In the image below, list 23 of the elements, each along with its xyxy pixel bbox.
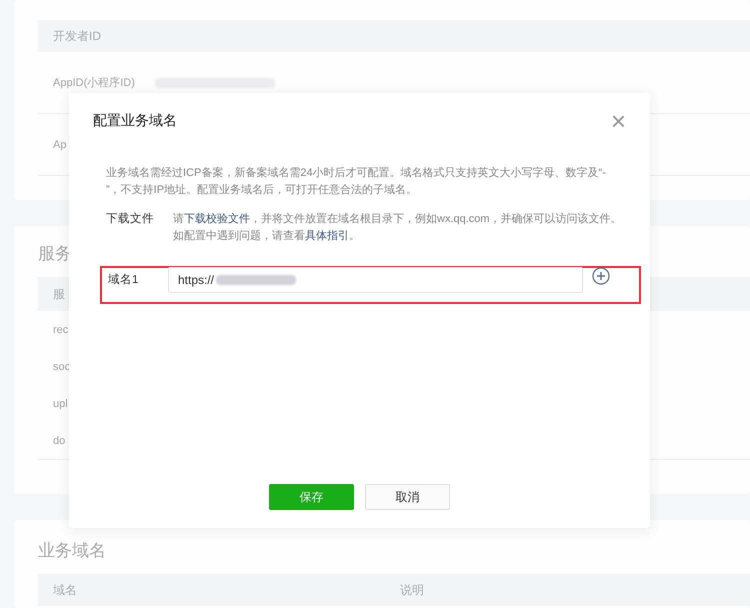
guide-link[interactable]: 具体指引	[305, 230, 349, 242]
dialog-title: 配置业务域名	[93, 112, 177, 130]
section-title: 服务	[38, 244, 72, 264]
cancel-button[interactable]: 取消	[365, 484, 450, 510]
row-label: Ap	[53, 138, 66, 150]
field-label: 域名1	[108, 272, 140, 288]
header-label: 开发者ID	[53, 28, 101, 44]
column-header: 说明	[400, 582, 425, 598]
header-label: 服	[53, 286, 65, 302]
row-label: do	[53, 434, 66, 446]
row-label: upl	[53, 398, 68, 410]
download-instructions: 请下载校验文件，并将文件放置在域名根目录下，例如wx.qq.com，并确保可以访问该文件。如配置中遇到问题，请查看具体指引。	[173, 212, 623, 244]
domain-input[interactable]: https://	[168, 267, 583, 293]
add-icon[interactable]	[592, 267, 610, 285]
row-label: rec	[53, 324, 68, 336]
input-value: https://	[178, 273, 214, 287]
download-link[interactable]: 下载校验文件	[184, 213, 250, 225]
column-header: 域名	[53, 582, 78, 598]
field-label: 下载文件	[106, 212, 155, 227]
section-title: 业务域名	[38, 541, 106, 561]
row-label: soc	[53, 360, 70, 372]
row-label: AppID(小程序ID)	[53, 76, 135, 90]
description-text: 业务域名需经过ICP备案，新备案域名需24小时后才可配置。域名格式只支持英文大小写字母、数字及“- ”，不支持IP地址。配置业务域名后，可打开任意合法的子域名。	[106, 166, 607, 198]
